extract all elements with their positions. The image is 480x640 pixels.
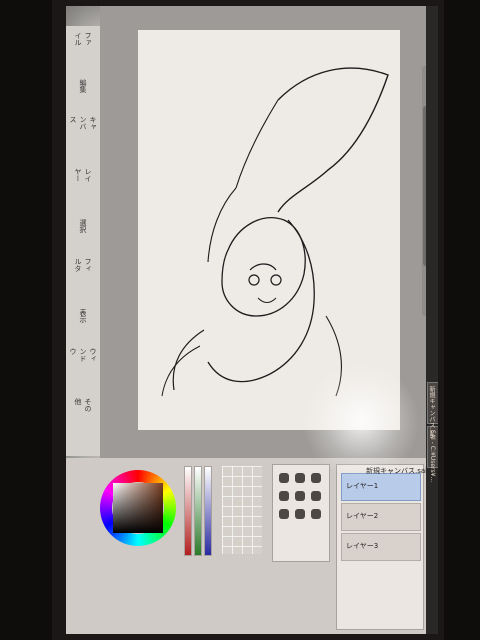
bottom-panels: レイヤー1 レイヤー2 レイヤー3 新規キャンバス.sai [66,458,428,634]
menu-select[interactable]: 選択 [72,218,94,234]
canvas-area [100,6,432,458]
bucket-tool-icon[interactable] [279,509,289,519]
menu-layer[interactable]: レイヤー [72,168,94,184]
zoom-tool-icon[interactable] [311,509,321,519]
saturation-value-square[interactable] [113,483,163,533]
watercolor-tool-icon[interactable] [311,491,321,501]
layer-name: レイヤー2 [346,512,379,520]
eraser-tool-icon[interactable] [279,491,289,501]
status-left: 新規キャンバス.sai [366,467,428,475]
move-tool-icon[interactable] [295,509,305,519]
menu-other[interactable]: その他 [72,398,94,414]
menu-file[interactable]: ファイル [72,32,94,48]
canvas-paper[interactable] [138,30,400,430]
marker-tool-icon[interactable] [295,491,305,501]
brush-tools-panel [272,464,330,562]
menu-filter[interactable]: フィルタ [72,258,94,274]
layer-panel: レイヤー1 レイヤー2 レイヤー3 [336,464,424,630]
paint-app: ファイル 編集 キャンバス レイヤー 選択 フィルタ 表示 ウィンドウ その他 [66,6,438,634]
color-wheel[interactable] [100,470,176,546]
green-slider[interactable] [194,466,202,556]
layer-name: レイヤー3 [346,542,379,550]
layer-row[interactable]: レイヤー1 [341,473,421,501]
monitor-screen: ファイル 編集 キャンバス レイヤー 選択 フィルタ 表示 ウィンドウ その他 [66,6,438,634]
brush-tool-icon[interactable] [311,473,321,483]
blue-slider[interactable] [204,466,212,556]
layer-row[interactable]: レイヤー3 [341,533,421,561]
layer-row[interactable]: レイヤー2 [341,503,421,531]
lineart-sketch [161,67,389,397]
airbrush-tool-icon[interactable] [295,473,305,483]
main-menu: ファイル 編集 キャンバス レイヤー 選択 フィルタ 表示 ウィンドウ その他 [66,26,100,456]
pen-tool-icon[interactable] [279,473,289,483]
red-slider[interactable] [184,466,192,556]
swatch-grid[interactable] [222,466,262,554]
menu-window[interactable]: ウィンドウ [69,348,97,364]
taskbar-item-label: 新規キャンバス.sai [428,386,435,439]
menu-view[interactable]: 表示 [72,308,94,324]
menu-edit[interactable]: 編集 [72,78,94,94]
menu-canvas[interactable]: キャンバス [69,116,97,132]
layer-name: レイヤー1 [346,482,379,490]
taskbar: SAI - C:¥Users¥... 新規キャンバス.sai [426,6,438,634]
